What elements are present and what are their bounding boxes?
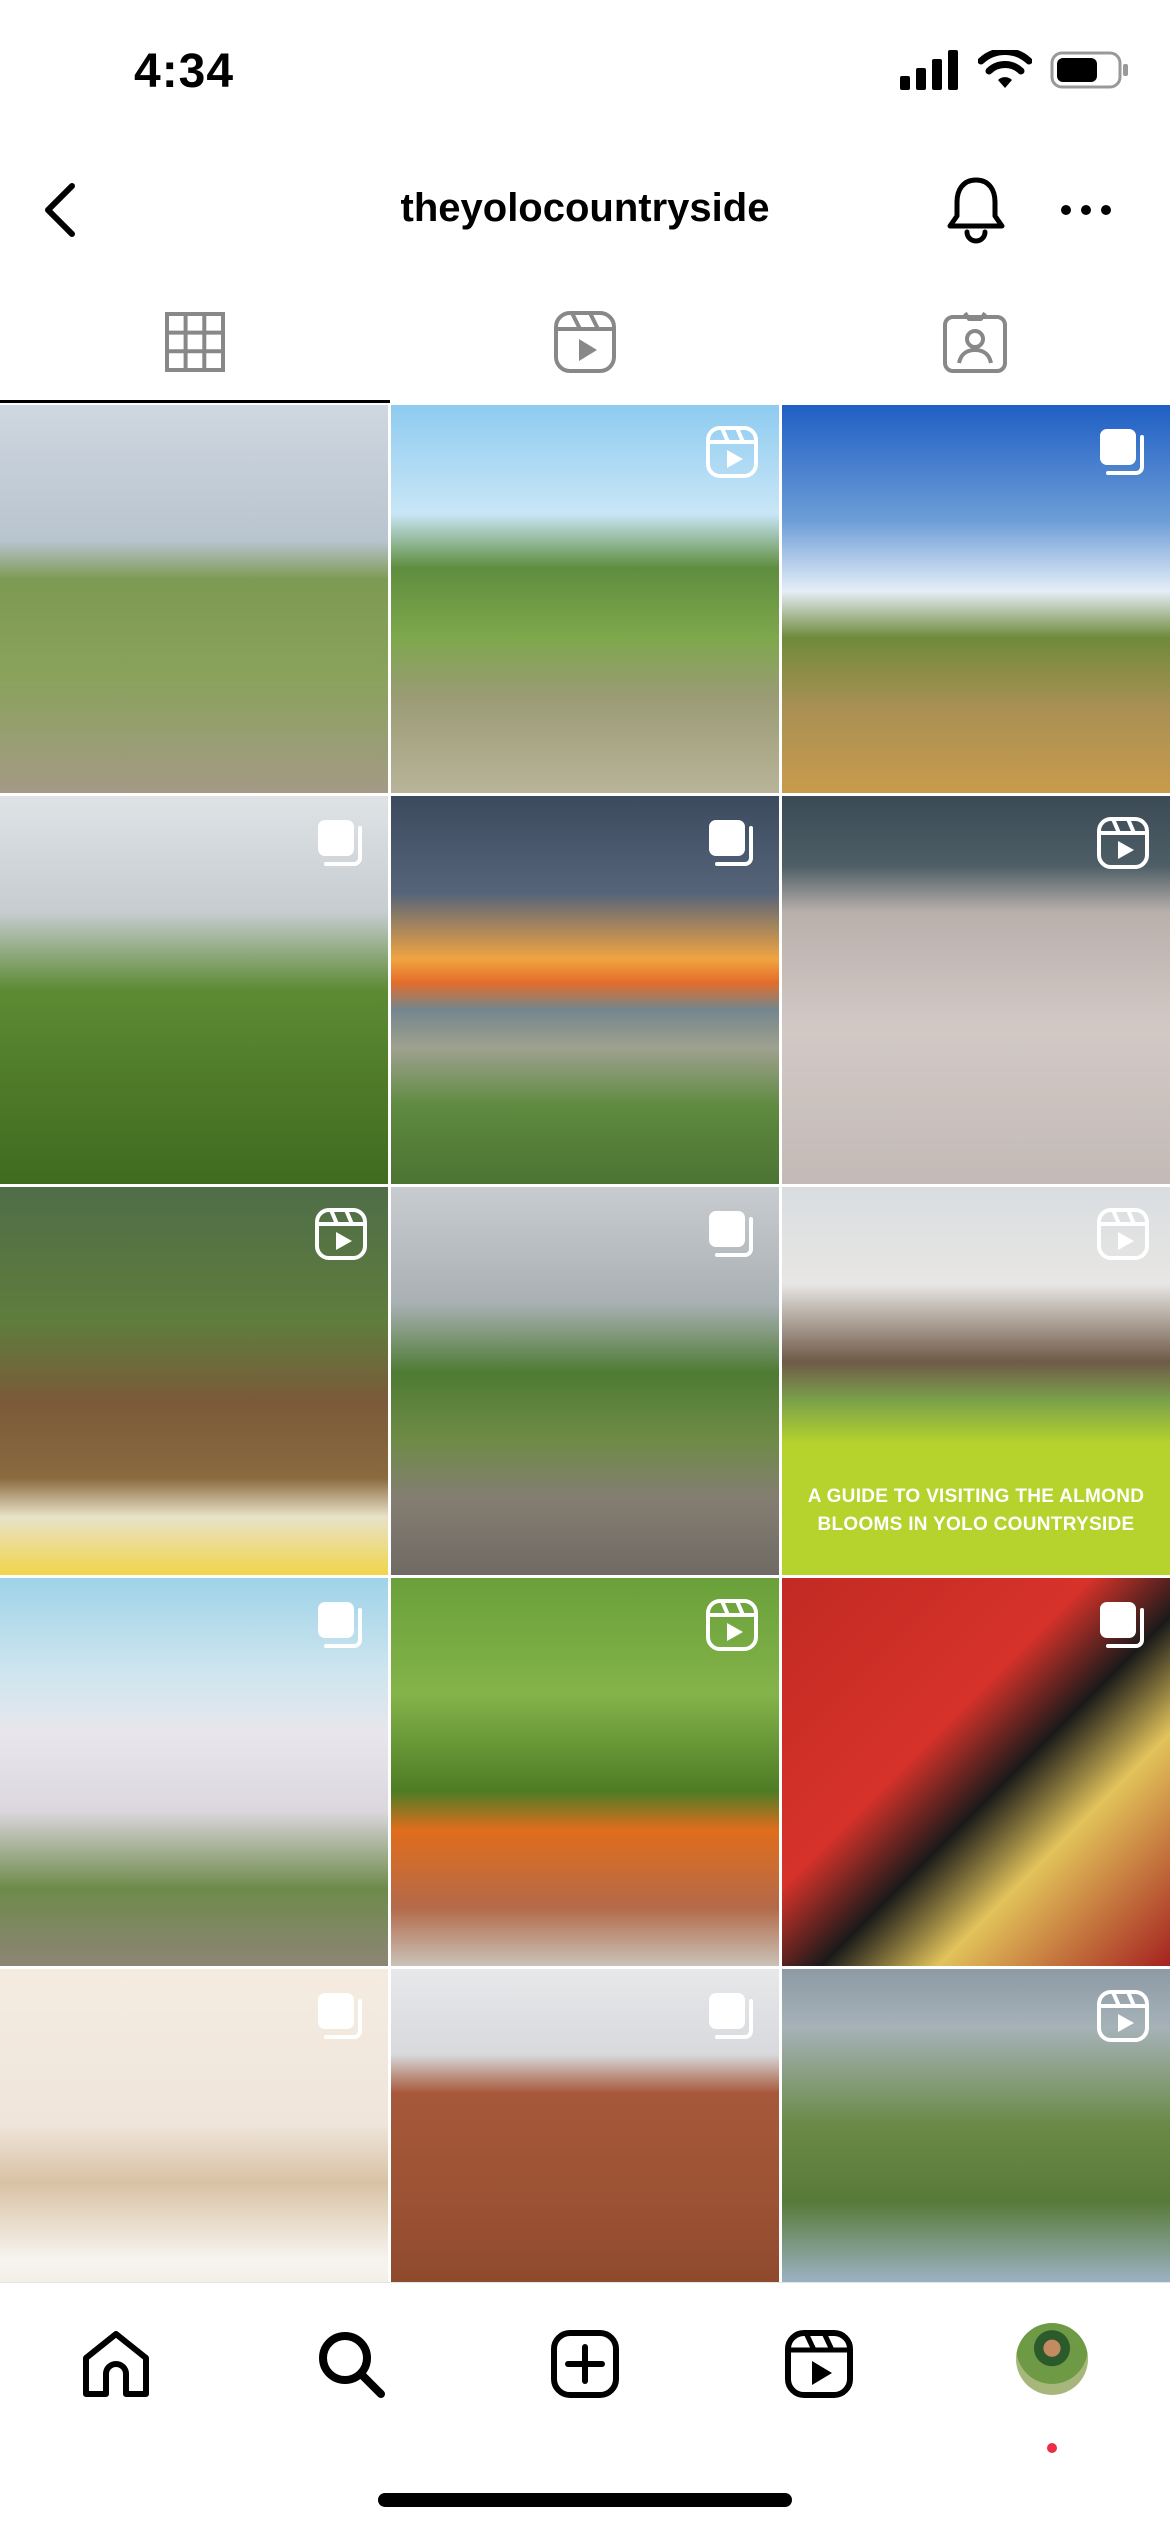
- nav-reels[interactable]: [774, 2319, 864, 2409]
- carousel-indicator-icon: [705, 816, 759, 870]
- cellular-signal-icon: [900, 50, 958, 90]
- post-thumbnail-almond-guide[interactable]: A GUIDE TO VISITING THE ALMOND BLOOMS IN…: [782, 1187, 1170, 1575]
- post-thumbnail-trail[interactable]: [0, 405, 388, 793]
- reel-indicator-icon: [1096, 816, 1150, 870]
- bottom-nav: [0, 2282, 1170, 2533]
- notification-dot: [1047, 2443, 1057, 2453]
- reel-indicator-icon: [314, 1207, 368, 1261]
- notifications-button[interactable]: [935, 166, 1017, 252]
- search-icon: [319, 2332, 385, 2398]
- carousel-indicator-icon: [1096, 1598, 1150, 1652]
- reels-icon: [554, 310, 616, 373]
- reel-indicator-icon: [705, 425, 759, 479]
- reel-indicator-icon: [1096, 1989, 1150, 2043]
- tagged-icon: [943, 311, 1007, 373]
- carousel-indicator-icon: [1096, 425, 1150, 479]
- grid-icon: [165, 311, 225, 372]
- tab-tagged[interactable]: [780, 280, 1170, 403]
- status-bar: 4:34: [0, 0, 1170, 150]
- post-thumbnail-orange-hand[interactable]: [391, 1578, 779, 1966]
- nav-home[interactable]: [71, 2319, 161, 2409]
- status-icons: [900, 50, 1130, 90]
- post-thumbnail-picnic-basket[interactable]: [0, 1187, 388, 1575]
- bell-icon: [947, 177, 1005, 244]
- wifi-icon: [978, 50, 1032, 88]
- more-horizontal-icon: [1061, 205, 1111, 215]
- carousel-indicator-icon: [705, 1207, 759, 1261]
- posts-grid: A GUIDE TO VISITING THE ALMOND BLOOMS IN…: [0, 405, 1170, 2357]
- home-indicator[interactable]: [378, 2493, 792, 2507]
- post-thumbnail-orange-tree[interactable]: [0, 796, 388, 1184]
- post-thumbnail-burger-plate[interactable]: [782, 1578, 1170, 1966]
- post-thumbnail-park-sign[interactable]: [391, 1187, 779, 1575]
- carousel-indicator-icon: [314, 1598, 368, 1652]
- battery-icon: [1050, 51, 1128, 89]
- post-caption-banner: A GUIDE TO VISITING THE ALMOND BLOOMS IN…: [782, 1445, 1170, 1575]
- reels-icon: [785, 2330, 853, 2398]
- nav-search[interactable]: [306, 2319, 396, 2409]
- profile-tabs: [0, 280, 1170, 403]
- post-thumbnail-blue-sky-hills[interactable]: [782, 405, 1170, 793]
- nav-profile-avatar[interactable]: [1016, 2323, 1088, 2395]
- carousel-indicator-icon: [705, 1989, 759, 2043]
- more-options-button[interactable]: [1050, 170, 1122, 250]
- reel-indicator-icon: [1096, 1207, 1150, 1261]
- nav-create[interactable]: [540, 2319, 630, 2409]
- profile-header: theyolocountryside: [0, 150, 1170, 270]
- home-icon: [83, 2331, 149, 2397]
- add-post-icon: [551, 2330, 619, 2398]
- clock: 4:34: [134, 45, 235, 98]
- reel-indicator-icon: [705, 1598, 759, 1652]
- post-thumbnail-orchard-bloom[interactable]: [782, 796, 1170, 1184]
- post-thumbnail-green-hills[interactable]: [391, 405, 779, 793]
- post-thumbnail-almond-trees[interactable]: [0, 1578, 388, 1966]
- tab-posts-grid[interactable]: [0, 280, 390, 403]
- carousel-indicator-icon: [314, 816, 368, 870]
- carousel-indicator-icon: [314, 1989, 368, 2043]
- tab-reels[interactable]: [390, 280, 780, 403]
- post-thumbnail-sunset[interactable]: [391, 796, 779, 1184]
